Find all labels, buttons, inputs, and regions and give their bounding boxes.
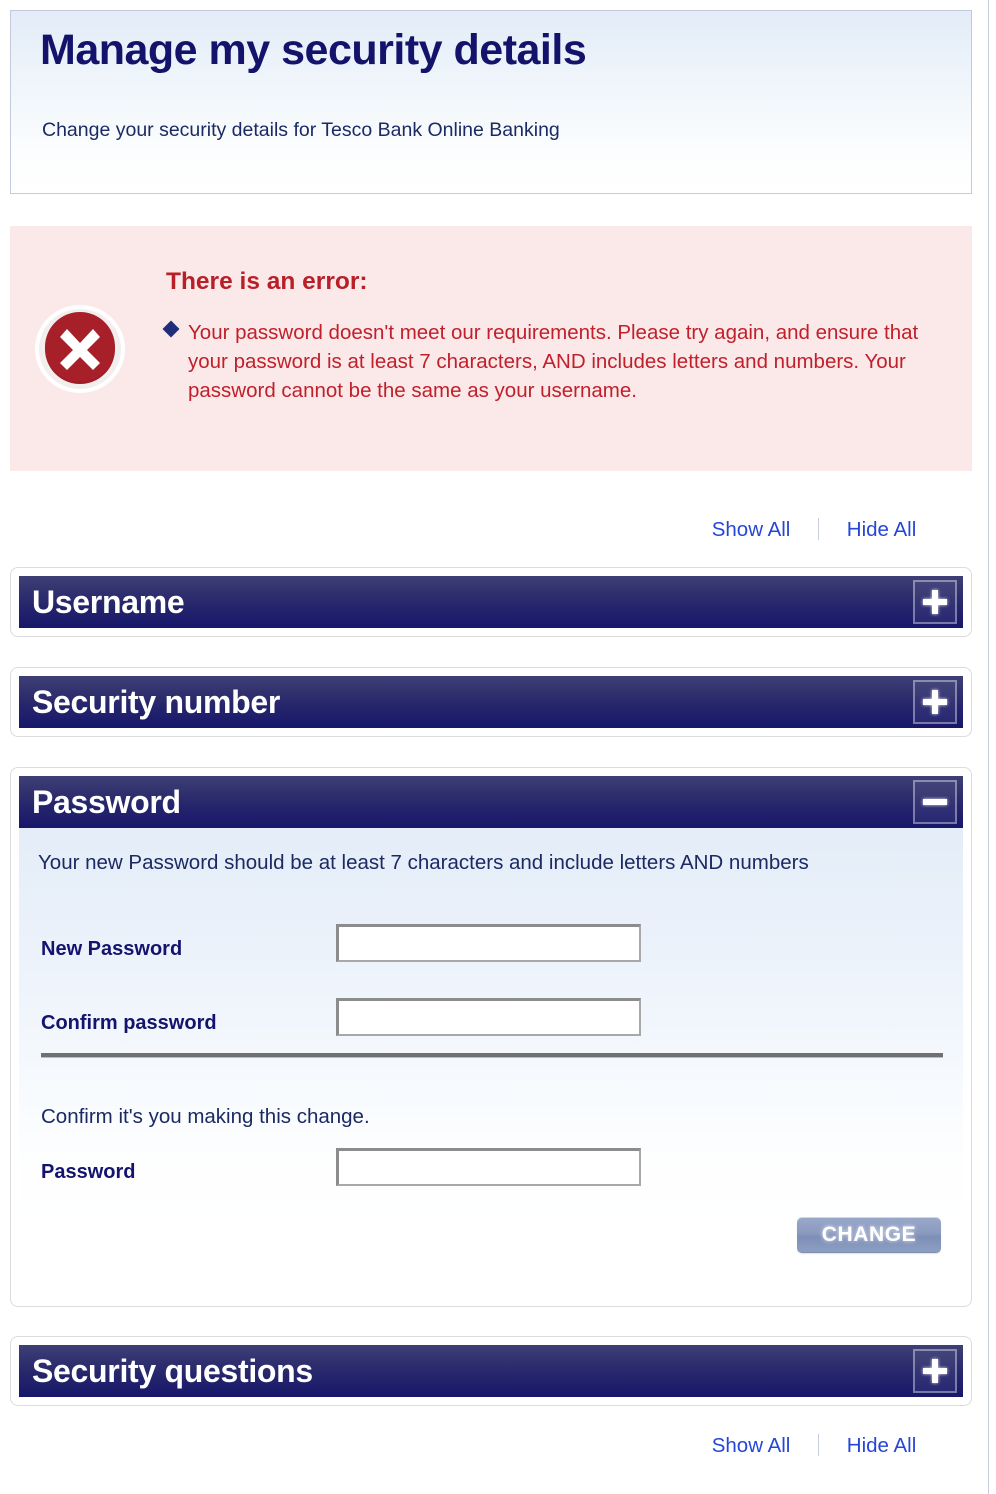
toggle-divider-bottom bbox=[818, 1434, 820, 1456]
password-panel-body: Your new Password should be at least 7 c… bbox=[19, 828, 963, 1298]
accordion-section-security-questions: Security questions bbox=[10, 1336, 972, 1406]
plus-icon-security-number[interactable] bbox=[913, 680, 957, 724]
password-requirements-note: Your new Password should be at least 7 c… bbox=[38, 851, 809, 874]
accordion-title-password: Password bbox=[32, 783, 181, 820]
plus-icon-username[interactable] bbox=[913, 580, 957, 624]
toggle-divider-top bbox=[818, 518, 820, 540]
toggle-links-top: Show All Hide All bbox=[10, 518, 972, 552]
page-subtitle: Change your security details for Tesco B… bbox=[42, 119, 560, 141]
current-password-input[interactable] bbox=[336, 1148, 641, 1186]
confirm-password-input[interactable] bbox=[336, 998, 641, 1036]
page-root: Manage my security details Change your s… bbox=[0, 0, 992, 1494]
hide-all-link-top[interactable]: Hide All bbox=[847, 518, 917, 541]
page-header-panel: Manage my security details Change your s… bbox=[10, 10, 972, 194]
accordion-header-password[interactable]: Password bbox=[19, 776, 963, 828]
minus-icon-password[interactable] bbox=[913, 780, 957, 824]
new-password-input[interactable] bbox=[336, 924, 641, 962]
error-heading: There is an error: bbox=[166, 268, 368, 295]
confirm-identity-note: Confirm it's you making this change. bbox=[41, 1105, 370, 1128]
accordion-section-username: Username bbox=[10, 567, 972, 637]
hide-all-link-bottom[interactable]: Hide All bbox=[847, 1434, 917, 1457]
current-password-label: Password bbox=[41, 1161, 136, 1183]
accordion-title-security-questions: Security questions bbox=[32, 1352, 313, 1389]
change-button[interactable]: CHANGE bbox=[797, 1217, 941, 1253]
page-title: Manage my security details bbox=[40, 26, 587, 74]
new-password-label: New Password bbox=[41, 938, 183, 960]
accordion-title-username: Username bbox=[32, 583, 185, 620]
confirm-password-label: Confirm password bbox=[41, 1012, 217, 1034]
accordion-title-security-number: Security number bbox=[32, 683, 281, 720]
plus-icon-security-questions[interactable] bbox=[913, 1349, 957, 1393]
accordion-section-password: Password Your new Password should be at … bbox=[10, 767, 972, 1307]
accordion-header-security-number[interactable]: Security number bbox=[19, 676, 963, 728]
accordion-header-security-questions[interactable]: Security questions bbox=[19, 1345, 963, 1397]
error-cross-icon bbox=[35, 305, 125, 393]
accordion-header-username[interactable]: Username bbox=[19, 576, 963, 628]
toggle-links-bottom: Show All Hide All bbox=[10, 1434, 972, 1468]
outer-container-edge bbox=[988, 0, 992, 1494]
show-all-link-top[interactable]: Show All bbox=[712, 518, 791, 541]
show-all-link-bottom[interactable]: Show All bbox=[712, 1434, 791, 1457]
section-divider bbox=[41, 1053, 943, 1058]
accordion-section-security-number: Security number bbox=[10, 667, 972, 737]
error-message: Your password doesn't meet our requireme… bbox=[188, 321, 919, 402]
